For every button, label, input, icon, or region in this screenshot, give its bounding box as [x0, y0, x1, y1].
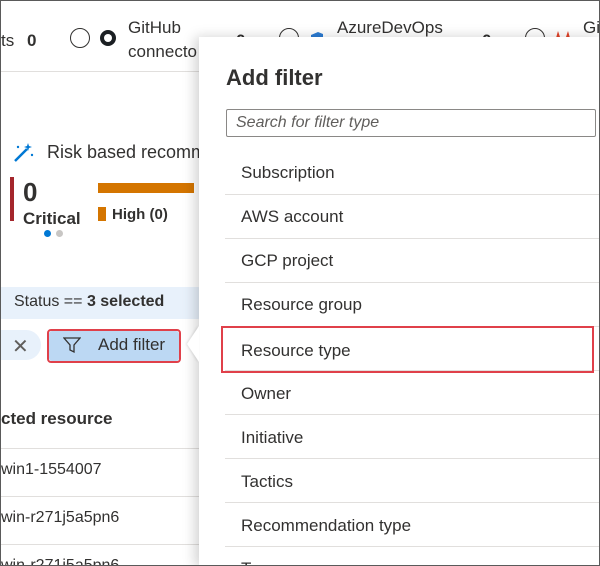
- azdo-label: AzureDevOps: [337, 18, 443, 37]
- table-cell: win-r271j5a5pn6: [1, 509, 120, 526]
- critical-label: Critical: [23, 209, 81, 228]
- filter-option-label: AWS account: [241, 207, 344, 226]
- github-radio[interactable]: [70, 28, 90, 48]
- gitlab-label: Gi: [583, 18, 600, 37]
- filter-option-label: GCP project: [241, 251, 334, 270]
- table-cell: win1-1554007: [1, 461, 102, 478]
- carousel-dot[interactable]: [56, 230, 63, 237]
- critical-count: 0: [23, 177, 38, 207]
- column-header-affected-resource[interactable]: cted resource: [1, 409, 113, 429]
- filter-option-label: Tactics: [241, 472, 293, 491]
- flyout-title: Add filter: [226, 65, 323, 90]
- filter-option-label: Subscription: [241, 163, 335, 182]
- close-icon: ✕: [12, 336, 29, 358]
- carousel-dot-active[interactable]: [44, 230, 51, 237]
- table-cell: win-r271j5a5pn6: [1, 557, 120, 566]
- filter-option-label: Resource group: [241, 295, 362, 314]
- funnel-icon: [63, 337, 81, 354]
- magic-wand-icon: [14, 143, 34, 162]
- connector-count: 0: [27, 31, 37, 50]
- critical-indicator: [10, 177, 14, 221]
- github-label: GitHub: [128, 18, 181, 37]
- filter-option-label: Initiative: [241, 428, 304, 447]
- connector-partial-label: ts: [1, 31, 15, 50]
- status-filter-label: Status == 3 selected: [14, 293, 165, 310]
- high-legend-swatch: [98, 207, 106, 221]
- risk-card-title: Risk based recomm: [47, 142, 207, 162]
- high-label: High (0): [112, 206, 168, 223]
- filter-option-label: Owner: [241, 384, 292, 403]
- flyout-caret: [187, 326, 199, 362]
- add-filter-label: Add filter: [98, 335, 166, 354]
- filter-search-placeholder: Search for filter type: [236, 114, 380, 131]
- resource-type-highlight: [221, 326, 594, 373]
- app-frame: ts 0 GitHub connecto 0 AzureDevOps 0 Gi …: [0, 0, 600, 566]
- filter-option-label: Recommendation type: [241, 516, 412, 535]
- github-icon: [100, 30, 116, 46]
- high-bar: [98, 183, 194, 193]
- github-label-sub: connecto: [128, 42, 197, 61]
- filter-option-label: T: [241, 559, 251, 565]
